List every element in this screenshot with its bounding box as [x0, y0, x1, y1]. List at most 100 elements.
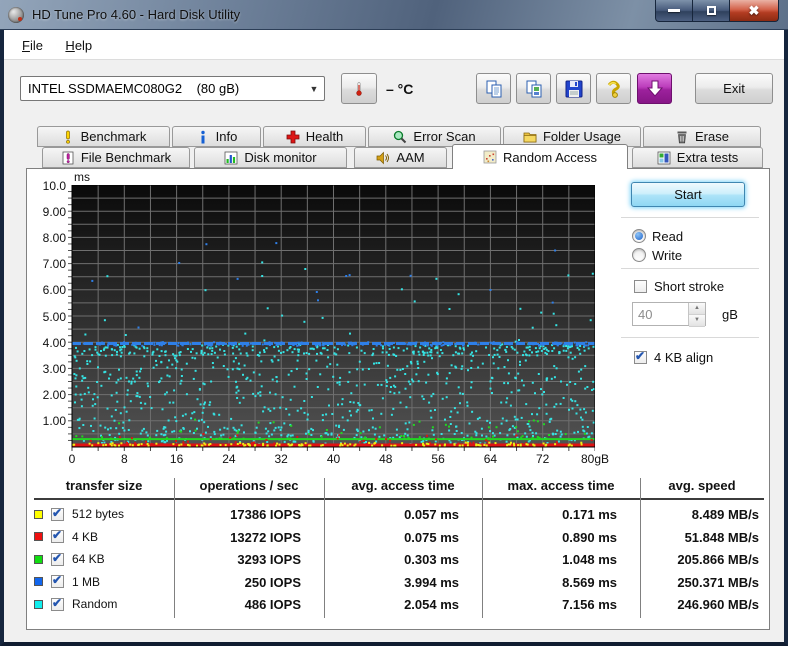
short-stroke-size-input[interactable]: 40 ▲ ▼	[632, 302, 706, 327]
ops-value: 250 IOPS	[244, 574, 301, 590]
read-radio[interactable]	[632, 229, 646, 243]
x-axis-tick-label: 64	[483, 452, 498, 466]
chevron-down-icon: ▼	[309, 83, 319, 94]
series-label: 512 bytes	[72, 507, 125, 521]
col-operations: operations / sec	[199, 478, 299, 493]
close-button[interactable]: ✖	[729, 0, 779, 22]
max-access-value: 1.048 ms	[562, 552, 617, 567]
tab-file-benchmark[interactable]: File Benchmark	[42, 147, 190, 168]
start-button[interactable]: Start	[631, 182, 745, 207]
trash-icon	[677, 131, 687, 143]
drive-select-value: INTEL SSDMAEMC080G2 (80 gB)	[28, 81, 240, 96]
x-axis-tick-label: 56	[431, 452, 445, 466]
avg-access-value: 0.057 ms	[404, 507, 459, 522]
y-axis-tick-label: 6.00	[42, 283, 66, 298]
temperature-button[interactable]	[341, 73, 377, 104]
series-color-swatch	[34, 532, 43, 541]
y-axis-tick-label: 3.00	[42, 361, 66, 376]
title-bar[interactable]: HD Tune Pro 4.60 - Hard Disk Utility ✖	[0, 0, 788, 30]
tab-label: Health	[305, 129, 344, 144]
avg-access-value: 2.054 ms	[404, 597, 459, 612]
table-row: Random 486 IOPS 2.054 ms 7.156 ms 246.960 MB…	[34, 595, 764, 615]
tab-random-access[interactable]: Random Access	[452, 144, 628, 169]
series-label: Random	[72, 597, 118, 611]
short-stroke-checkbox[interactable]	[634, 280, 647, 293]
x-axis-tick-label: 0	[68, 452, 76, 466]
copy-image-button[interactable]	[516, 73, 551, 104]
align-checkbox[interactable]	[634, 349, 647, 364]
info-icon	[200, 130, 205, 143]
y-axis-tick-label: 7.00	[42, 257, 66, 272]
tools-button[interactable]	[596, 73, 631, 104]
tab-label: AAM	[396, 150, 425, 165]
tab-label: Disk monitor	[244, 150, 317, 165]
drive-select[interactable]: INTEL SSDMAEMC080G2 (80 gB) ▼	[20, 76, 325, 101]
y-axis-tick-label: 2.00	[42, 388, 66, 403]
ops-value: 13272 IOPS	[230, 529, 301, 545]
menu-bar: File Help	[4, 30, 784, 60]
series-color-swatch	[34, 599, 43, 609]
menu-help[interactable]: Help	[65, 38, 92, 53]
benchmark-icon	[65, 130, 70, 144]
separator	[621, 337, 759, 338]
series-label: 1 MB	[72, 574, 101, 589]
tab-aam[interactable]: AAM	[354, 147, 447, 168]
write-label: Write	[652, 248, 683, 263]
tab-disk-monitor[interactable]: Disk monitor	[194, 147, 347, 168]
tools-icon	[607, 80, 620, 98]
y-axis-tick-label: 1.00	[42, 414, 66, 429]
separator	[621, 268, 759, 269]
disk-monitor-icon	[224, 151, 238, 164]
minimize-button[interactable]	[655, 0, 693, 22]
tab-erase[interactable]: Erase	[643, 126, 761, 147]
table-row: 64 KB 3293 IOPS 0.303 ms 1.048 ms 205.866 MB…	[34, 550, 764, 570]
toolbar: INTEL SSDMAEMC080G2 (80 gB) ▼ – °C Exit	[4, 61, 784, 119]
copy-icon	[486, 80, 501, 97]
tab-label: Erase	[695, 129, 729, 144]
short-stroke-unit: gB	[722, 307, 738, 322]
save-screenshot-button[interactable]	[637, 73, 672, 104]
ops-value: 486 IOPS	[244, 597, 301, 612]
tab-info[interactable]: Info	[172, 126, 261, 147]
ops-value: 3293 IOPS	[237, 552, 301, 567]
col-avg-speed: avg. speed	[668, 478, 736, 493]
col-transfer-size: transfer size	[65, 478, 143, 493]
series-checkbox[interactable]	[51, 573, 64, 588]
write-radio[interactable]	[632, 248, 646, 262]
short-stroke-size-value: 40	[638, 307, 653, 322]
tab-benchmark[interactable]: Benchmark	[37, 126, 170, 147]
tab-extra-tests[interactable]: Extra tests	[632, 147, 763, 168]
minimize-icon	[668, 9, 680, 12]
series-checkbox[interactable]	[51, 596, 64, 611]
series-checkbox[interactable]	[51, 551, 64, 566]
tab-label: Random Access	[503, 149, 597, 165]
y-axis-tick-label: 8.00	[42, 230, 66, 245]
avg-speed-value: 8.489 MB/s	[691, 507, 759, 522]
max-access-value: 8.569 ms	[562, 574, 617, 590]
tab-label: Info	[215, 129, 238, 144]
close-icon: ✖	[748, 2, 760, 18]
series-checkbox[interactable]	[51, 528, 64, 543]
table-row: 4 KB 13272 IOPS 0.075 ms 0.890 ms 51.848 MB/…	[34, 528, 764, 548]
copy-text-button[interactable]	[476, 73, 511, 104]
spinner-up-icon[interactable]: ▲	[689, 303, 705, 315]
header-rule	[34, 498, 764, 500]
temperature-value: – °C	[386, 81, 414, 97]
ops-value: 17386 IOPS	[230, 507, 301, 522]
read-label: Read	[652, 229, 684, 244]
file-benchmark-icon	[62, 151, 74, 164]
series-label: 64 KB	[72, 552, 105, 566]
spinner-down-icon[interactable]: ▼	[689, 315, 705, 327]
save-button[interactable]	[556, 73, 591, 104]
menu-file[interactable]: File	[22, 38, 43, 53]
tab-health[interactable]: Health	[263, 126, 366, 147]
x-axis-tick-label: 16	[169, 452, 184, 466]
random-access-chart	[68, 185, 595, 451]
series-color-swatch	[34, 577, 43, 586]
exit-button[interactable]: Exit	[695, 73, 773, 104]
max-access-value: 7.156 ms	[562, 597, 617, 612]
tab-label: File Benchmark	[80, 150, 172, 165]
maximize-button[interactable]	[693, 0, 729, 22]
thermometer-icon	[356, 81, 362, 96]
series-checkbox[interactable]	[51, 506, 64, 521]
